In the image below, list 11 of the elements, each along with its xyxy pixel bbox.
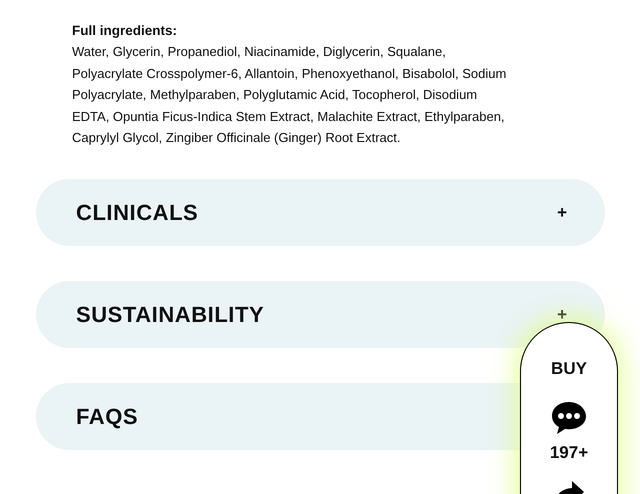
ingredients-heading: Full ingredients: <box>72 22 178 40</box>
buy-button[interactable]: BUY <box>551 356 587 382</box>
section-title: FAQS <box>76 402 138 430</box>
section-title: CLINICALS <box>76 198 198 226</box>
section-title: SUSTAINABILITY <box>76 300 264 328</box>
accordion-item[interactable]: SUSTAINABILITY + <box>36 280 605 348</box>
expand-toggle[interactable]: + <box>557 204 567 220</box>
expand-toggle[interactable]: + <box>557 306 567 322</box>
accordion-item[interactable]: CLINICALS + <box>36 178 605 246</box>
ingredients-text: Water, Glycerin, Propanediol, Niacinamide, Diglycerin, Squalane, Polyacrylate Crosspolymer-6, Allantoin, Phenoxyethanol, Bisabolol, Sodium Polyacrylate, Methylparaben, Polyglutamic Acid, Tocopherol, Disodium EDTA, Opuntia Ficus-Indica Stem Extract, Malachite Extract, Ethylparaben, Caprylyl Glycol, Zingiber Officinale (Ginger) Root Extract. <box>72 43 508 147</box>
chat-bubble-icon[interactable] <box>550 400 588 436</box>
